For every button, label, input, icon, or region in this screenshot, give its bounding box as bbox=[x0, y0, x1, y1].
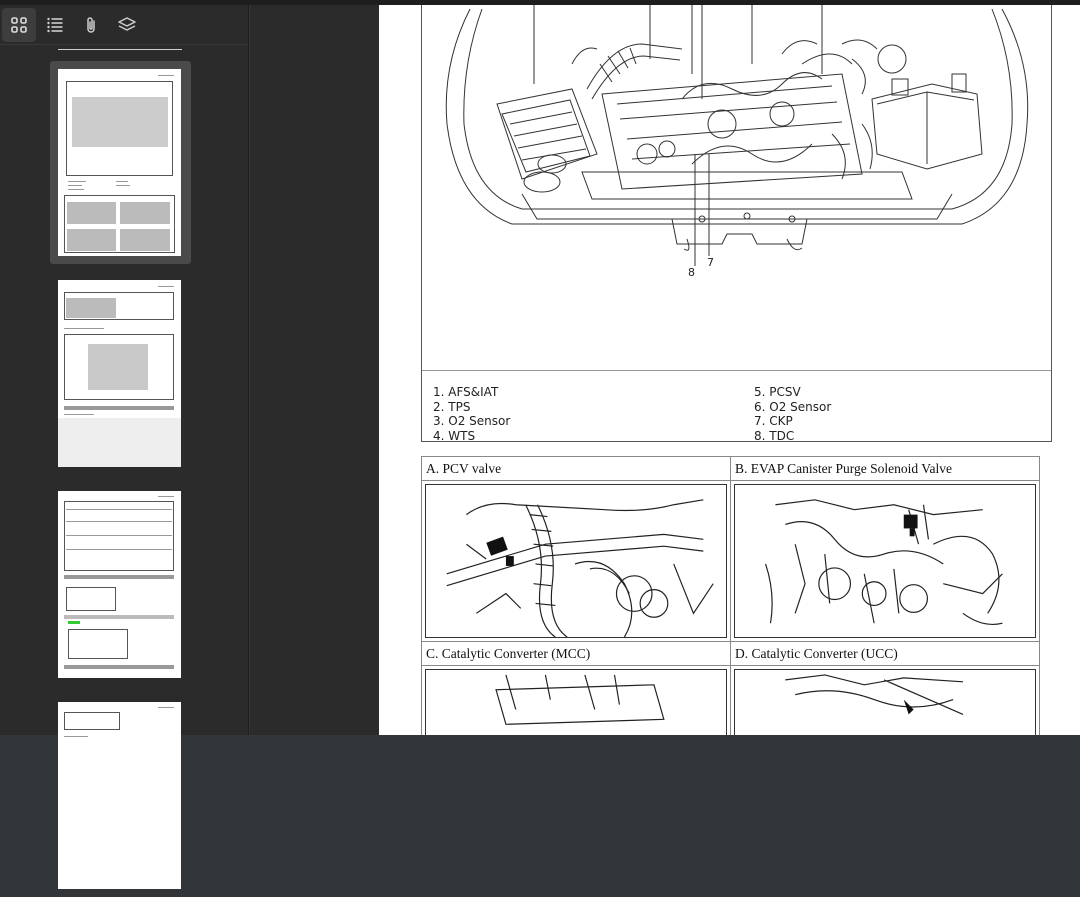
attachments-button[interactable] bbox=[74, 8, 108, 42]
evap-purge-valve-drawing bbox=[765, 499, 1003, 626]
component-cell-c bbox=[421, 665, 731, 735]
component-caption-a: A. PCV valve bbox=[421, 456, 731, 481]
catalytic-converter-ucc-photo bbox=[734, 669, 1036, 735]
legend-item: 5. PCSV bbox=[754, 385, 801, 399]
engine-bay-drawing bbox=[445, 5, 1029, 266]
layers-icon bbox=[118, 16, 136, 31]
layers-button[interactable] bbox=[110, 8, 144, 42]
pcv-valve-drawing bbox=[446, 499, 714, 637]
page-thumbnail-image bbox=[58, 491, 181, 678]
attachments-icon bbox=[87, 16, 95, 33]
legend-item: 3. O2 Sensor bbox=[433, 414, 511, 429]
legend-left-column: 1. AFS&IAT 2. TPS 3. O2 Sensor 4. WTS bbox=[433, 385, 510, 443]
component-caption-c: C. Catalytic Converter (MCC) bbox=[421, 641, 731, 666]
outline-button[interactable] bbox=[38, 8, 72, 42]
component-caption-b: B. EVAP Canister Purge Solenoid Valve bbox=[730, 456, 1040, 481]
document-page: 8 7 1. AFS&IAT 2. TPS 3. O2 Sensor 4. WT… bbox=[379, 5, 1080, 735]
legend-item: 8. TDC bbox=[754, 428, 795, 443]
engine-layout-diagram: 8 7 1. AFS&IAT 2. TPS 3. O2 Sensor 4. WT… bbox=[421, 5, 1052, 443]
sidebar-toolbar bbox=[0, 5, 248, 45]
outline-icon bbox=[47, 17, 63, 32]
page-thumbnail-3[interactable] bbox=[50, 483, 191, 686]
evap-purge-valve-photo bbox=[734, 484, 1036, 638]
thumbnails-icon bbox=[11, 16, 27, 33]
legend-item: 4. WTS bbox=[433, 428, 476, 443]
page-thumbnail-image bbox=[58, 69, 181, 256]
viewer-margin bbox=[250, 5, 379, 735]
legend-item: 6. O2 Sensor bbox=[754, 399, 832, 414]
thumbnails-button[interactable] bbox=[2, 7, 36, 42]
callout-8: 8 bbox=[688, 266, 695, 279]
legend-item: 7. CKP bbox=[754, 414, 793, 429]
component-cell-a bbox=[421, 480, 731, 642]
component-photo-table: A. PCV valve B. EVAP Canister Purge Sole… bbox=[421, 456, 1040, 735]
page-thumbnail-image bbox=[58, 702, 181, 889]
page-thumbnail-image bbox=[58, 280, 181, 467]
page-thumbnail-4[interactable] bbox=[50, 694, 191, 897]
legend-right-column: 5. PCSV 6. O2 Sensor 7. CKP 8. TDC bbox=[754, 385, 831, 443]
callout-7: 7 bbox=[707, 256, 714, 269]
component-caption-d: D. Catalytic Converter (UCC) bbox=[730, 641, 1040, 666]
scroll-indicator bbox=[58, 49, 182, 50]
catalytic-converter-mcc-photo bbox=[425, 669, 727, 735]
diagram-legend-divider bbox=[422, 370, 1051, 371]
component-cell-d bbox=[730, 665, 1040, 735]
pcv-valve-photo bbox=[425, 484, 727, 638]
mcc-drawing bbox=[495, 674, 665, 725]
legend-item: 1. AFS&IAT bbox=[433, 385, 499, 399]
legend-item: 2. TPS bbox=[433, 399, 471, 414]
page-thumbnail-2[interactable] bbox=[50, 272, 191, 475]
sidebar bbox=[0, 5, 249, 889]
component-cell-b bbox=[730, 480, 1040, 642]
page-thumbnail-1[interactable] bbox=[50, 61, 191, 264]
ucc-drawing bbox=[785, 674, 964, 715]
